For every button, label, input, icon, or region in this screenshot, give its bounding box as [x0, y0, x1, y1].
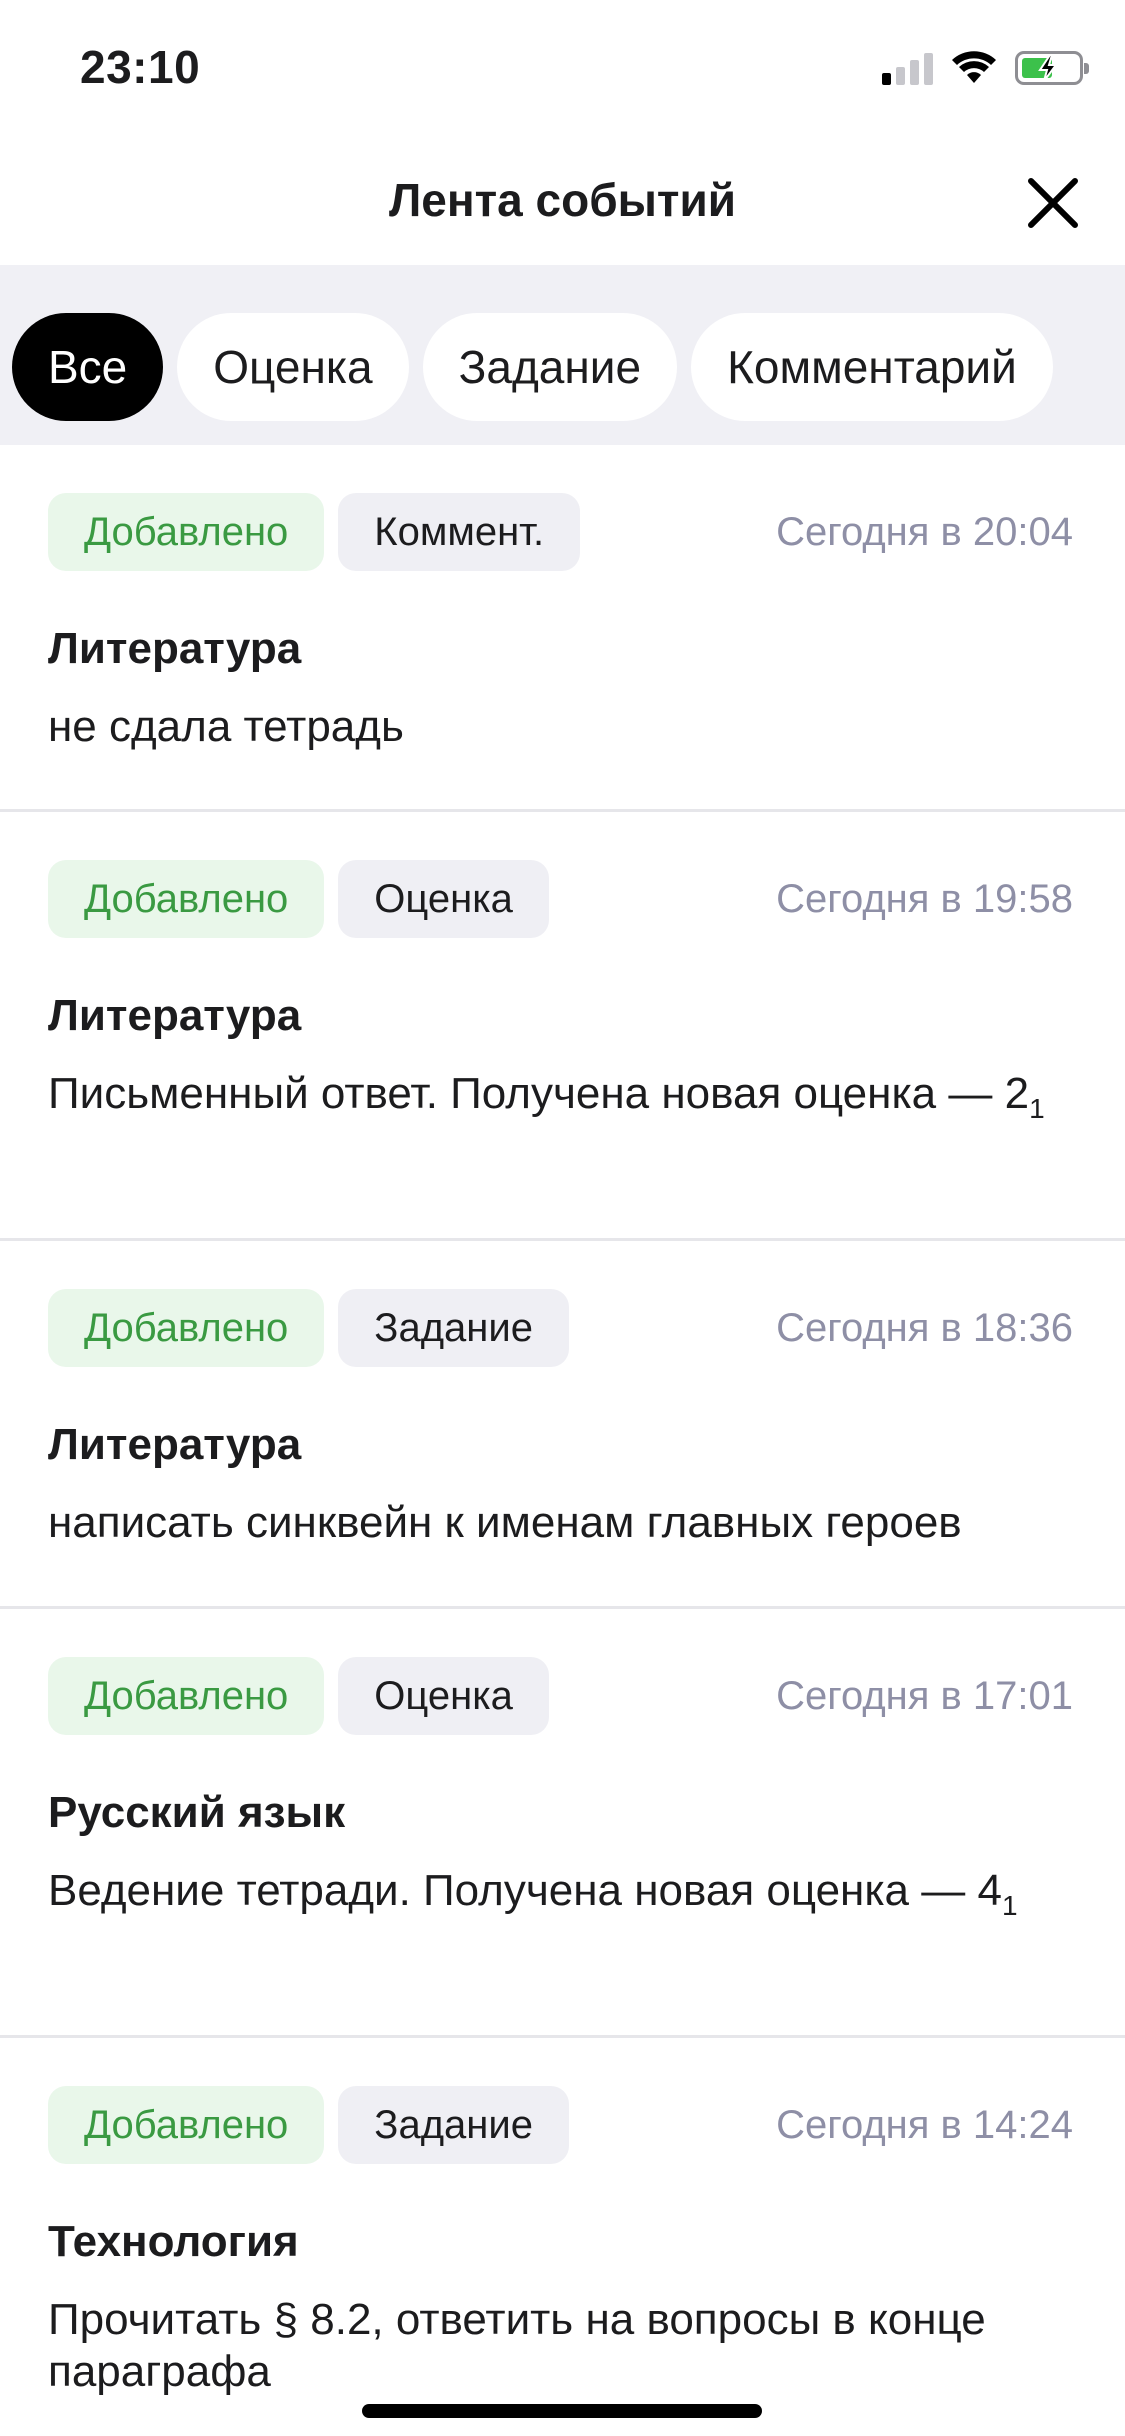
- event-subject: Русский язык: [48, 1788, 346, 1837]
- status-badge: Добавлено: [48, 1289, 325, 1367]
- wifi-icon: [952, 51, 996, 83]
- event-description: написать синквейн к именам главных герое…: [48, 1497, 1077, 1593]
- type-badge: Коммент.: [338, 493, 581, 571]
- event-item[interactable]: Добавлено Задание Сегодня в 14:24 Технол…: [0, 2038, 1125, 2436]
- status-badge: Добавлено: [48, 1657, 325, 1735]
- event-time: Сегодня в 17:01: [776, 1673, 1073, 1718]
- event-subject: Литература: [48, 991, 302, 1040]
- battery-icon: [1015, 51, 1089, 85]
- event-text: Прочитать § 8.2, ответить на вопросы в к…: [48, 2295, 986, 2396]
- type-badge: Оценка: [338, 1657, 549, 1735]
- event-text: Ведение тетради. Получена новая оценка —…: [48, 1866, 1002, 1915]
- type-badge: Оценка: [338, 860, 549, 938]
- event-text: не сдала тетрадь: [48, 702, 404, 751]
- type-badge: Задание: [338, 2086, 569, 2164]
- event-subject: Литература: [48, 624, 302, 673]
- event-time: Сегодня в 19:58: [776, 876, 1073, 921]
- status-bar: 23:10: [0, 0, 1125, 135]
- event-subject: Литература: [48, 1420, 302, 1469]
- event-item[interactable]: Добавлено Задание Сегодня в 18:36 Литера…: [0, 1241, 1125, 1609]
- status-icons: [882, 48, 1089, 88]
- close-button[interactable]: [1023, 173, 1083, 233]
- cellular-signal-icon: [882, 51, 933, 85]
- event-feed: Добавлено Коммент. Сегодня в 20:04 Литер…: [0, 445, 1125, 2436]
- status-badge: Добавлено: [48, 493, 325, 571]
- event-item[interactable]: Добавлено Коммент. Сегодня в 20:04 Литер…: [0, 445, 1125, 812]
- type-badge: Задание: [338, 1289, 569, 1367]
- close-icon: [1028, 178, 1078, 228]
- page-title: Лента событий: [389, 174, 736, 226]
- event-item[interactable]: Добавлено Оценка Сегодня в 17:01 Русский…: [0, 1609, 1125, 2038]
- status-time: 23:10: [80, 41, 201, 93]
- grade-weight: 1: [1001, 1890, 1018, 1921]
- event-subject: Технология: [48, 2217, 299, 2266]
- event-time: Сегодня в 14:24: [776, 2102, 1073, 2147]
- event-description: Ведение тетради. Получена новая оценка —…: [48, 1865, 1077, 1976]
- status-badge: Добавлено: [48, 2086, 325, 2164]
- status-badge: Добавлено: [48, 860, 325, 938]
- event-text: написать синквейн к именам главных герое…: [48, 1498, 962, 1547]
- header: Лента событий: [0, 135, 1125, 265]
- filter-chip-all[interactable]: Все: [12, 313, 164, 421]
- home-indicator[interactable]: [362, 2404, 762, 2418]
- event-description: Письменный ответ. Получена новая оценка …: [48, 1068, 1077, 1179]
- event-description: не сдала тетрадь: [48, 701, 1077, 797]
- filter-chip-grade[interactable]: Оценка: [177, 313, 409, 421]
- event-text: Письменный ответ. Получена новая оценка …: [48, 1069, 1030, 1118]
- grade-weight: 1: [1029, 1093, 1045, 1124]
- filter-chip-task[interactable]: Задание: [422, 313, 678, 421]
- filter-bar: Все Оценка Задание Комментарий: [0, 265, 1125, 445]
- event-item[interactable]: Добавлено Оценка Сегодня в 19:58 Литерат…: [0, 812, 1125, 1241]
- event-time: Сегодня в 20:04: [776, 509, 1073, 554]
- event-time: Сегодня в 18:36: [776, 1305, 1073, 1350]
- filter-chip-comment[interactable]: Комментарий: [691, 313, 1053, 421]
